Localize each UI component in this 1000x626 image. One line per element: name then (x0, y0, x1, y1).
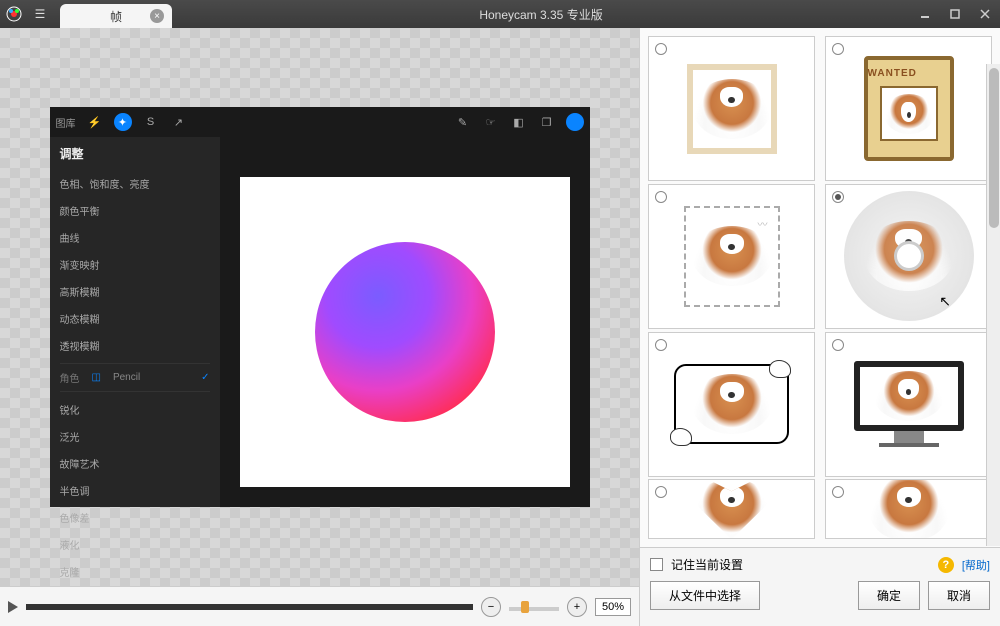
library-label[interactable]: 图库 (56, 115, 76, 130)
select-from-file-button[interactable]: 从文件中选择 (650, 581, 760, 610)
radio-icon[interactable] (655, 339, 667, 351)
panel-item[interactable]: 半色调 (60, 477, 210, 504)
template-cd[interactable]: ↖ (825, 184, 992, 329)
radio-icon[interactable] (832, 339, 844, 351)
preview-area: 图库 ⚡ ✦ S ↗ ✎ ☞ ◧ ❐ ▭ ◻ □ (0, 28, 639, 586)
play-button[interactable] (8, 601, 18, 613)
template-stamp[interactable]: 〰 (648, 184, 815, 329)
radio-icon[interactable] (655, 191, 667, 203)
panel-item[interactable]: 曲线 (60, 224, 210, 251)
radio-icon[interactable] (655, 43, 667, 55)
layers-icon[interactable]: ❐ (538, 113, 556, 131)
layer-label: 角色 (60, 370, 80, 385)
eraser-icon[interactable]: ◧ (510, 113, 528, 131)
wrench-icon[interactable]: ⚡ (86, 113, 104, 131)
selection-tool-icon[interactable]: S (142, 113, 160, 131)
bottom-panel: 记住当前设置 ? [帮助] 从文件中选择 确定 取消 (640, 547, 1000, 626)
gradient-circle-artwork (315, 242, 495, 422)
smudge-icon[interactable]: ☞ (482, 113, 500, 131)
pencil-label: Pencil (113, 372, 140, 383)
zoom-handle[interactable] (521, 601, 529, 613)
playback-controls: − + 50% (0, 586, 639, 626)
template-cloud[interactable] (825, 479, 992, 539)
brush-icon[interactable]: ✎ (454, 113, 472, 131)
radio-icon[interactable] (655, 486, 667, 498)
close-window-button[interactable] (970, 0, 1000, 28)
frame-templates-grid: WANTED 〰 ↖ (640, 28, 1000, 547)
template-heart[interactable] (648, 479, 815, 539)
wanted-label: WANTED (868, 68, 917, 79)
panel-item[interactable]: 高斯模糊 (60, 278, 210, 305)
layer-icon[interactable]: ◫ (92, 372, 101, 383)
radio-icon[interactable] (832, 43, 844, 55)
ok-button[interactable]: 确定 (858, 581, 920, 610)
panel-item[interactable]: 色像差 (60, 504, 210, 531)
scrollbar-thumb[interactable] (989, 68, 999, 228)
tab-frame[interactable]: 帧 × (60, 4, 172, 28)
timeline-slider[interactable] (26, 604, 473, 610)
check-icon: ✓ (201, 372, 209, 383)
panel-item[interactable]: 液化 (60, 531, 210, 558)
panel-item[interactable]: 色相、饱和度、亮度 (60, 170, 210, 197)
adjust-tool-icon[interactable]: ✦ (114, 113, 132, 131)
zoom-value[interactable]: 50% (595, 598, 631, 616)
close-tab-icon[interactable]: × (150, 9, 164, 23)
template-birds[interactable] (648, 332, 815, 477)
app-logo-icon (0, 0, 28, 28)
remember-checkbox[interactable] (650, 558, 663, 571)
panel-item[interactable]: 克隆 (60, 558, 210, 585)
panel-item[interactable]: 渐变映射 (60, 251, 210, 278)
minimize-button[interactable] (910, 0, 940, 28)
editor-toolbar: 图库 ⚡ ✦ S ↗ ✎ ☞ ◧ ❐ (50, 107, 590, 137)
template-monitor[interactable] (825, 332, 992, 477)
panel-item[interactable]: 泛光 (60, 423, 210, 450)
cancel-button[interactable]: 取消 (928, 581, 990, 610)
preview-canvas: 图库 ⚡ ✦ S ↗ ✎ ☞ ◧ ❐ ▭ ◻ □ (50, 107, 590, 507)
panel-title: 调整 (60, 145, 210, 162)
maximize-button[interactable] (940, 0, 970, 28)
panel-item[interactable]: 动态模糊 (60, 305, 210, 332)
radio-icon[interactable] (832, 191, 844, 203)
adjust-panel: 调整 色相、饱和度、亮度 颜色平衡 曲线 渐变映射 高斯模糊 动态模糊 透视模糊… (50, 137, 220, 507)
cursor-icon: ↖ (939, 293, 951, 310)
help-link[interactable]: [帮助] (962, 557, 990, 573)
tab-label: 帧 (110, 8, 122, 25)
zoom-slider[interactable] (509, 607, 559, 611)
panel-item[interactable]: 锐化 (60, 396, 210, 423)
color-swatch-icon[interactable] (566, 113, 584, 131)
panel-item[interactable]: 颜色平衡 (60, 197, 210, 224)
hamburger-menu-icon[interactable]: ☰ (28, 7, 52, 21)
panel-item[interactable]: 透视模糊 (60, 332, 210, 359)
titlebar: ☰ 帧 × Honeycam 3.35 专业版 (0, 0, 1000, 28)
template-simple-frame[interactable] (648, 36, 815, 181)
radio-icon[interactable] (832, 486, 844, 498)
move-tool-icon[interactable]: ↗ (170, 113, 188, 131)
help-icon[interactable]: ? (938, 557, 954, 573)
template-wanted-poster[interactable]: WANTED (825, 36, 992, 181)
remember-label: 记住当前设置 (671, 556, 743, 573)
app-title: Honeycam 3.35 专业版 (172, 6, 910, 23)
scrollbar[interactable] (986, 64, 1000, 546)
zoom-out-button[interactable]: − (481, 597, 501, 617)
panel-item[interactable]: 故障艺术 (60, 450, 210, 477)
canvas-content (240, 177, 570, 487)
zoom-in-button[interactable]: + (567, 597, 587, 617)
